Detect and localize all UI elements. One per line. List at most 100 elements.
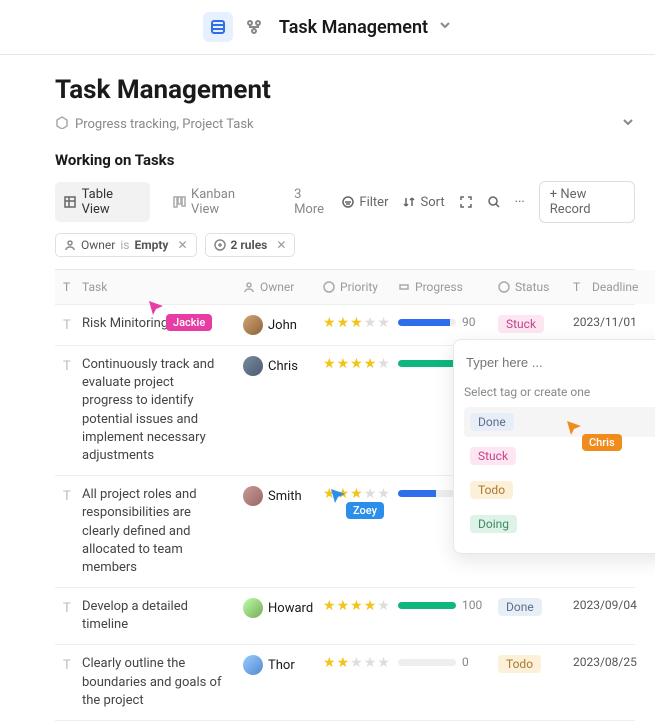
star-icon: ★: [337, 598, 350, 614]
avatar: [243, 356, 263, 376]
cell-priority[interactable]: ★★★★★: [315, 588, 390, 644]
col-task[interactable]: TTask: [55, 270, 235, 304]
star-icon: ★: [323, 486, 336, 502]
cell-progress[interactable]: 100: [390, 588, 490, 644]
tab-table-label: Table View: [82, 187, 143, 217]
view-list-icon[interactable]: [203, 12, 233, 42]
tags-chevron-icon[interactable]: [621, 115, 635, 133]
status-badge: Todo: [470, 481, 513, 499]
star-icon: ★: [377, 356, 390, 372]
close-icon[interactable]: ✕: [177, 238, 187, 252]
more-button[interactable]: ···: [515, 195, 525, 210]
text-icon: T: [63, 657, 77, 671]
section-title: Working on Tasks: [55, 151, 635, 169]
cell-task[interactable]: TAll project roles and responsibilities …: [55, 476, 235, 587]
col-status[interactable]: Status: [490, 270, 565, 304]
chevron-down-icon[interactable]: [438, 18, 452, 36]
star-icon: ★: [364, 315, 377, 331]
cell-status[interactable]: Done: [490, 588, 565, 644]
status-badge: Todo: [498, 655, 541, 673]
cell-task[interactable]: TDevelop a detailed timeline: [55, 588, 235, 644]
table-row[interactable]: TDevelop a detailed timeline Howard ★★★★…: [55, 588, 635, 645]
star-icon: ★: [364, 486, 377, 502]
star-icon: ★: [350, 315, 363, 331]
star-icon: ★: [377, 598, 390, 614]
col-deadline[interactable]: TDeadline: [565, 270, 651, 304]
filter-chip-owner[interactable]: Owner is Empty ✕: [55, 233, 197, 257]
col-owner[interactable]: Owner: [235, 270, 315, 304]
cell-progress[interactable]: 0: [390, 645, 490, 720]
tab-kanban-label: Kanban View: [191, 187, 264, 217]
star-icon: ★: [377, 315, 390, 331]
tag-icon: [55, 115, 69, 133]
tab-table-view[interactable]: Table View: [55, 182, 150, 222]
text-icon: T: [63, 358, 77, 372]
dropdown-input[interactable]: [464, 350, 655, 375]
filter-chip-rules[interactable]: 2 rules ✕: [205, 233, 296, 257]
star-icon: ★: [337, 356, 350, 372]
cell-priority[interactable]: ★★★★★: [315, 346, 390, 475]
tab-kanban-view[interactable]: Kanban View: [164, 182, 272, 222]
star-icon: ★: [337, 655, 350, 671]
filter-button[interactable]: Filter: [341, 195, 388, 210]
col-add[interactable]: +: [651, 270, 655, 304]
col-progress[interactable]: Progress: [390, 270, 490, 304]
expand-button[interactable]: [459, 195, 473, 209]
avatar: [243, 598, 263, 618]
cell-task[interactable]: TClearly outline the boundaries and goal…: [55, 645, 235, 720]
tab-more-views[interactable]: 3 More: [286, 182, 341, 222]
star-icon: ★: [350, 486, 363, 502]
col-priority[interactable]: Priority: [315, 270, 390, 304]
text-icon: T: [63, 317, 77, 331]
avatar: [243, 655, 263, 675]
cell-task[interactable]: TRisk Minitoring: [55, 305, 235, 345]
search-button[interactable]: [487, 195, 501, 209]
status-badge: Done: [470, 413, 514, 431]
page-tags: Progress tracking, Project Task: [75, 117, 254, 132]
page-title: Task Management: [55, 75, 635, 105]
task-table: TTask Owner Priority Progress Status TDe…: [55, 269, 635, 721]
cell-priority[interactable]: ★★★★★: [315, 645, 390, 720]
dropdown-hint: Select tag or create one: [464, 385, 655, 399]
table-row[interactable]: TClearly outline the boundaries and goal…: [55, 645, 635, 721]
topbar: Task Management: [0, 0, 655, 55]
cell-priority[interactable]: ★★★★★: [315, 476, 390, 587]
cell-status[interactable]: Todo: [490, 645, 565, 720]
text-icon: T: [63, 488, 77, 502]
dropdown-option[interactable]: Todo: [464, 475, 655, 505]
cell-owner[interactable]: Smith: [235, 476, 315, 587]
star-icon: ★: [364, 655, 377, 671]
star-icon: ★: [377, 486, 390, 502]
dropdown-option[interactable]: Done: [464, 407, 655, 437]
star-icon: ★: [350, 356, 363, 372]
status-badge: Doing: [470, 515, 517, 533]
star-icon: ★: [323, 356, 336, 372]
star-icon: ★: [323, 598, 336, 614]
cell-owner[interactable]: Howard: [235, 588, 315, 644]
new-record-button[interactable]: + New Record: [539, 181, 635, 223]
cell-deadline[interactable]: 2023/09/04: [565, 588, 651, 644]
sort-button[interactable]: Sort: [402, 195, 444, 210]
cell-deadline[interactable]: 2023/08/25: [565, 645, 651, 720]
star-icon: ★: [323, 655, 336, 671]
dropdown-option[interactable]: Stuck: [464, 441, 655, 471]
avatar: [243, 315, 263, 335]
cell-task[interactable]: TContinuously track and evaluate project…: [55, 346, 235, 475]
cell-owner[interactable]: Chris: [235, 346, 315, 475]
cell-priority[interactable]: ★★★★★: [315, 305, 390, 345]
star-icon: ★: [377, 655, 390, 671]
cell-owner[interactable]: John: [235, 305, 315, 345]
status-badge: Stuck: [470, 447, 516, 465]
star-icon: ★: [337, 315, 350, 331]
text-icon: T: [63, 600, 77, 614]
status-badge: Done: [498, 598, 542, 616]
dropdown-option[interactable]: Doing: [464, 509, 655, 539]
star-icon: ★: [323, 315, 336, 331]
star-icon: ★: [350, 655, 363, 671]
avatar: [243, 486, 263, 506]
star-icon: ★: [364, 356, 377, 372]
close-icon[interactable]: ✕: [276, 238, 286, 252]
cell-owner[interactable]: Thor: [235, 645, 315, 720]
star-icon: ★: [337, 486, 350, 502]
view-branch-icon[interactable]: [239, 12, 269, 42]
